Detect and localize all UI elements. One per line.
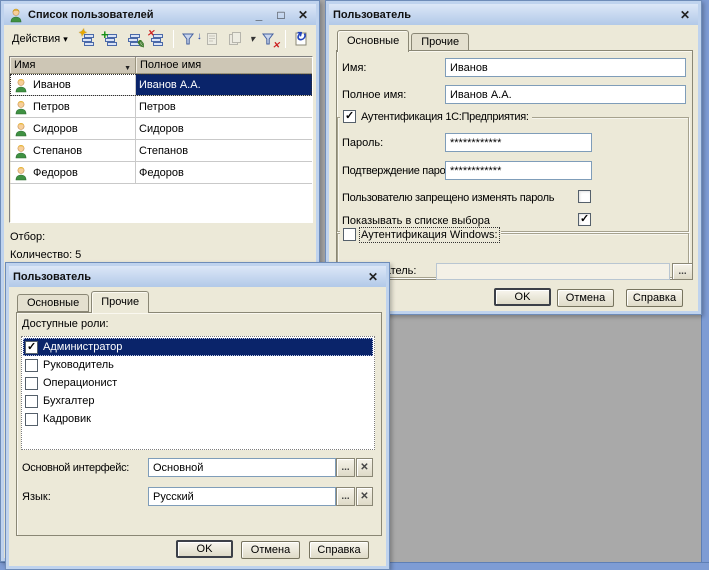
interface-browse-button[interactable]: ...	[336, 458, 355, 477]
column-header-name[interactable]: Имя	[10, 57, 136, 73]
close-button[interactable]: ✕	[294, 8, 312, 22]
full-name-input[interactable]	[445, 85, 686, 104]
user-roles-client: Основные Прочие Доступные роли: Админист…	[9, 287, 386, 566]
role-row[interactable]: Бухгалтер	[23, 392, 373, 410]
user-avatar-icon	[13, 99, 29, 115]
user-avatar-icon	[8, 7, 24, 23]
interface-input[interactable]	[148, 458, 336, 477]
tab-strip: Основные Прочие	[337, 30, 471, 51]
windows-user-input	[436, 263, 670, 280]
role-row[interactable]: Кадровик	[23, 410, 373, 428]
role-row[interactable]: Руководитель	[23, 356, 373, 374]
tab-other[interactable]: Прочие	[411, 33, 469, 51]
tab-main[interactable]: Основные	[337, 30, 409, 52]
user-avatar-icon	[13, 121, 29, 137]
maximize-button[interactable]: □	[272, 8, 290, 22]
count-label: Количество: 5	[10, 249, 81, 261]
close-button[interactable]: ✕	[364, 270, 382, 284]
language-label: Язык:	[22, 491, 51, 503]
cancel-button[interactable]: Отмена	[557, 289, 614, 307]
roles-list: Администратор Руководитель Операционист …	[21, 336, 375, 450]
tab-strip: Основные Прочие	[17, 291, 151, 312]
filter-by-value-icon	[202, 29, 223, 50]
windows-user-browse-button[interactable]: ...	[672, 263, 693, 280]
window-title: Список пользователей	[28, 9, 246, 21]
delete-item-icon[interactable]	[147, 29, 168, 50]
column-header-fullname[interactable]: Полное имя	[136, 57, 312, 73]
role-row[interactable]: Операционист	[23, 374, 373, 392]
table-row[interactable]: Сидоров Сидоров	[10, 118, 312, 140]
cancel-button[interactable]: Отмена	[241, 541, 300, 559]
table-row[interactable]: Петров Петров	[10, 96, 312, 118]
password-input[interactable]	[445, 133, 592, 152]
auth-windows-caption: Аутентификация Windows:	[340, 228, 501, 241]
help-button[interactable]: Справка	[626, 289, 683, 307]
user-avatar-icon	[13, 77, 29, 93]
user-list-titlebar[interactable]: Список пользователей _ □ ✕	[4, 4, 316, 25]
table-header: Имя Полное имя	[10, 57, 312, 74]
ok-button[interactable]: OK	[494, 288, 551, 306]
language-input[interactable]	[148, 487, 336, 506]
tab-main[interactable]: Основные	[17, 294, 89, 312]
refresh-icon[interactable]	[291, 29, 312, 50]
table-row[interactable]: Степанов Степанов	[10, 140, 312, 162]
password-label: Пароль:	[342, 137, 383, 149]
user-table: Имя Полное имя Иванов Иванов А.А. Петров…	[9, 56, 313, 223]
auth-1c-label: Аутентификация 1С:Предприятия:	[361, 111, 529, 123]
forbid-password-change-label: Пользователю запрещено изменять пароль	[342, 192, 554, 204]
role-checkbox[interactable]	[25, 359, 38, 372]
add-item-icon[interactable]	[101, 29, 122, 50]
password-confirm-label: Подтверждение пароля:	[342, 165, 460, 177]
user-roles-titlebar[interactable]: Пользователь ✕	[9, 266, 386, 287]
interface-label: Основной интерфейс:	[22, 462, 129, 474]
new-item-icon[interactable]	[78, 29, 99, 50]
language-clear-button[interactable]: ✕	[356, 487, 373, 506]
filter-history-icon	[225, 29, 246, 50]
roles-label: Доступные роли:	[22, 318, 109, 330]
role-checkbox[interactable]	[25, 341, 38, 354]
user-avatar-icon	[13, 165, 29, 181]
interface-clear-button[interactable]: ✕	[356, 458, 373, 477]
filter-label: Отбор:	[10, 231, 45, 243]
edit-item-icon[interactable]	[124, 29, 145, 50]
window-title: Пользователь	[13, 271, 360, 283]
role-checkbox[interactable]	[25, 395, 38, 408]
clear-filter-icon[interactable]	[259, 29, 280, 50]
tab-other[interactable]: Прочие	[91, 291, 149, 313]
password-confirm-input[interactable]	[445, 161, 592, 180]
actions-menu-button[interactable]: Действия ▾	[7, 30, 73, 48]
auth-windows-checkbox[interactable]	[343, 228, 356, 241]
window-title: Пользователь	[333, 9, 672, 21]
auth-1c-caption: Аутентификация 1С:Предприятия:	[340, 110, 532, 123]
auth-1c-checkbox[interactable]	[343, 110, 356, 123]
show-in-list-checkbox[interactable]	[578, 213, 591, 226]
user-properties-titlebar[interactable]: Пользователь ✕	[329, 4, 698, 25]
role-checkbox[interactable]	[25, 413, 38, 426]
auth-windows-label: Аутентификация Windows:	[361, 229, 498, 241]
role-row[interactable]: Администратор	[23, 338, 373, 356]
minimize-button[interactable]: _	[250, 8, 268, 22]
filter-sort-icon[interactable]	[179, 29, 200, 50]
forbid-password-change-checkbox[interactable]	[578, 190, 591, 203]
toolbar-separator	[173, 30, 174, 48]
table-row[interactable]: Федоров Федоров	[10, 162, 312, 184]
app-frame-right	[701, 0, 709, 570]
role-checkbox[interactable]	[25, 377, 38, 390]
close-button[interactable]: ✕	[676, 8, 694, 22]
name-label: Имя:	[342, 62, 366, 74]
user-avatar-icon	[13, 143, 29, 159]
ok-button[interactable]: OK	[176, 540, 233, 558]
show-in-list-label: Показывать в списке выбора	[342, 215, 490, 227]
table-row[interactable]: Иванов Иванов А.А.	[10, 74, 312, 96]
help-button[interactable]: Справка	[309, 541, 369, 559]
list-toolbar: Действия ▾	[4, 25, 316, 53]
sort-arrow-icon[interactable]	[124, 61, 131, 73]
name-input[interactable]	[445, 58, 686, 77]
toolbar-separator	[285, 30, 286, 48]
language-browse-button[interactable]: ...	[336, 487, 355, 506]
filter-history-dropdown-icon	[248, 29, 257, 50]
full-name-label: Полное имя:	[342, 89, 406, 101]
user-roles-window: Пользователь ✕ Основные Прочие Доступные…	[5, 262, 390, 570]
